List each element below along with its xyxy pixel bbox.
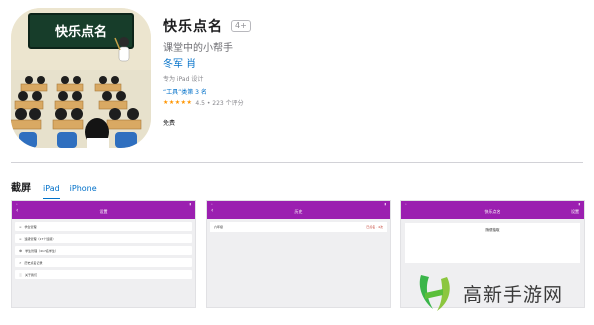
category-rank-link[interactable]: “工具”类第 3 名 [163, 87, 463, 96]
history-row-label: 六年级 [214, 225, 224, 229]
screenshot-history[interactable]: • ▮ ‹ 历史 六年级 已点名 · 4次 [206, 200, 391, 308]
tab-ipad[interactable]: iPad [43, 184, 60, 199]
screenshot-settings[interactable]: • ▮ ‹ 设置 ≡ 学生管理 ≡ 班级管理（17个班级） ☻ 学生管理（417名学生）… [11, 200, 196, 308]
app-info: 快乐点名 4+ 课堂中的小帮手 冬军 肖 专为 iPad 设计 “工具”类第 3… [163, 16, 463, 127]
history-icon: ↺ [19, 260, 22, 265]
title-row: 快乐点名 4+ [163, 16, 463, 36]
screenshot-nav-title: 设置 [99, 209, 108, 214]
status-bar: • ▮ [16, 202, 191, 206]
settings-action: 设置 [571, 209, 579, 214]
list-item: ↺ 历史点名记录 [15, 258, 192, 267]
list-item: ≡ 班级管理（17个班级） [15, 234, 192, 243]
price-label: 免费 [163, 120, 176, 127]
screenshot-nav-bar: • ▮ ‹ 历史 [207, 201, 390, 219]
classroom-illustration: 快乐点名 [11, 8, 151, 148]
list-item-label: 历史点名记录 [24, 260, 43, 265]
screenshots-title: 截屏 [11, 183, 31, 194]
list-item-label: 关于我们 [25, 272, 38, 277]
screenshot-nav-bar: • ▮ ‹ 设置 [12, 201, 195, 219]
status-bar: • ▮ [405, 202, 580, 206]
section-divider [11, 162, 583, 163]
screenshots-header: 截屏 iPad iPhone [11, 179, 97, 199]
history-row: 六年级 已点名 · 4次 [210, 222, 387, 232]
screenshot-nav-bar: • ▮ 快乐点名 设置 [401, 201, 584, 219]
list-icon: ≡ [19, 224, 22, 229]
designed-for-label: 专为 iPad 设计 [163, 76, 204, 83]
random-pick-label: 随便抽取 [485, 228, 500, 232]
age-rating-badge: 4+ [231, 20, 251, 32]
tab-iphone[interactable]: iPhone [70, 184, 97, 197]
rating-text: 4.5 • 223 个评分 [195, 99, 244, 107]
app-icon: 快乐点名 [11, 8, 151, 148]
board-text: 快乐点名 [55, 24, 107, 40]
info-icon: ⓘ [19, 272, 23, 277]
list-item-label: 学生管理（417名学生） [25, 248, 58, 253]
screenshot-nav-title: 历史 [294, 209, 303, 214]
status-bar: • ▮ [211, 202, 386, 206]
list-item: ☻ 学生管理（417名学生） [15, 246, 192, 255]
rating-stars: ★★★★★ [163, 98, 193, 106]
group-icon: ☻ [19, 248, 23, 253]
list-item: ≡ 学生管理 [15, 222, 192, 231]
app-subtitle: 课堂中的小帮手 [163, 43, 233, 54]
watermark: 高新手游网 [413, 271, 563, 315]
watermark-text: 高新手游网 [463, 283, 564, 306]
list-item-label: 学生管理 [24, 224, 37, 229]
watermark-logo-icon [419, 275, 450, 311]
screenshot-nav-title: 快乐点名 [484, 209, 501, 214]
list-item: ⓘ 关于我们 [15, 270, 192, 279]
app-title: 快乐点名 [163, 19, 223, 35]
list-icon: ≡ [19, 236, 22, 241]
list-item-label: 班级管理（17个班级） [24, 236, 56, 241]
random-pick-card: 随便抽取 [405, 223, 580, 263]
history-row-meta: 已点名 · 4次 [366, 225, 383, 229]
rating-row: ★★★★★ 4.5 • 223 个评分 [163, 98, 463, 107]
developer-link[interactable]: 冬军 肖 [163, 55, 463, 70]
